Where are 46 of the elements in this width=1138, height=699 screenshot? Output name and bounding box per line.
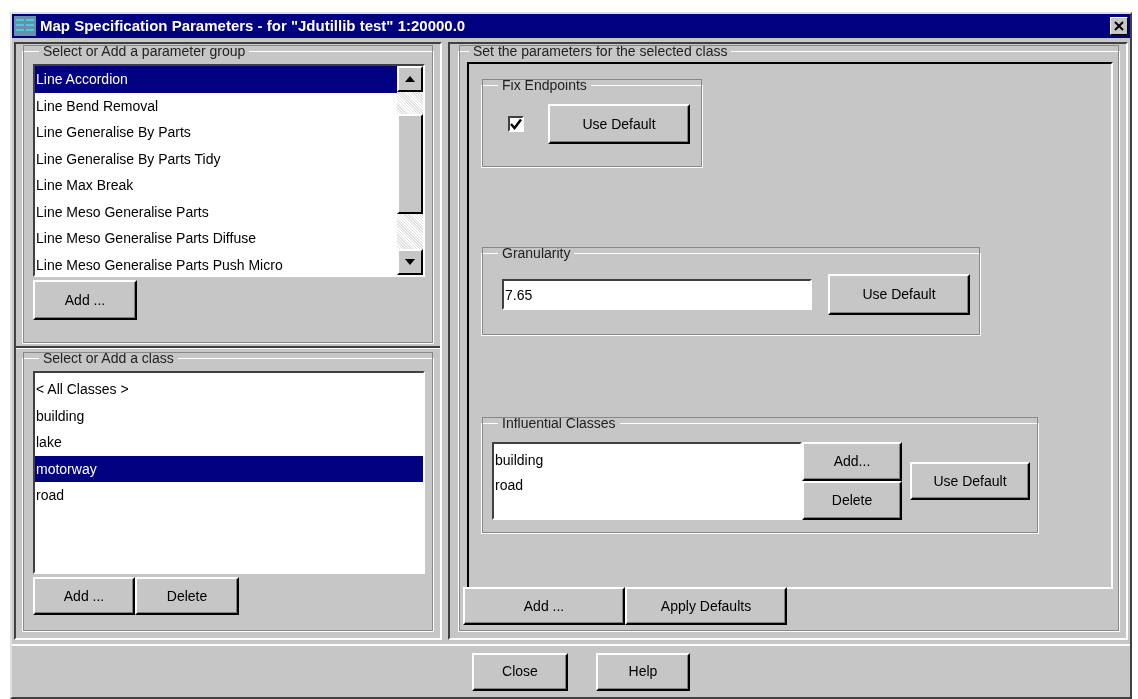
app-icon bbox=[14, 16, 36, 36]
granularity-field[interactable]: 7.65 bbox=[502, 279, 812, 310]
group-title: Granularity bbox=[501, 246, 572, 260]
window-title: Map Specification Parameters - for "Jdutillib test" 1:20000.0 bbox=[40, 15, 467, 36]
list-item[interactable]: motorway bbox=[35, 455, 423, 482]
list-item[interactable]: Line Meso Generalise Parts Diffuse bbox=[35, 225, 397, 252]
close-button[interactable] bbox=[1110, 17, 1128, 35]
delete-button[interactable]: Delete bbox=[802, 481, 902, 520]
list-item[interactable]: Line Meso Generalise Parts bbox=[35, 198, 397, 225]
add-button[interactable]: Add ... bbox=[33, 280, 137, 320]
close-button[interactable]: Close bbox=[472, 652, 568, 691]
delete-button[interactable]: Delete bbox=[135, 577, 239, 615]
up-arrow-icon bbox=[405, 76, 415, 82]
list-item[interactable]: lake bbox=[35, 429, 423, 456]
scroll-down-button[interactable] bbox=[397, 249, 423, 275]
list-item[interactable]: Line Generalise By Parts bbox=[35, 119, 397, 146]
add-button[interactable]: Add ... bbox=[33, 577, 135, 615]
scrollbar[interactable] bbox=[397, 66, 423, 275]
group-title: Select or Add a parameter group bbox=[42, 44, 247, 58]
list-item[interactable]: Line Bend Removal bbox=[35, 92, 397, 119]
add-button[interactable]: Add... bbox=[802, 442, 902, 481]
help-button[interactable]: Help bbox=[596, 652, 690, 691]
group-title: Set the parameters for the selected class bbox=[472, 44, 729, 58]
list-item[interactable]: < All Classes > bbox=[35, 376, 423, 403]
check-icon bbox=[510, 118, 522, 130]
list-item[interactable]: building bbox=[35, 402, 423, 429]
use-default-button[interactable]: Use Default bbox=[828, 274, 970, 315]
list-item[interactable]: road bbox=[494, 473, 800, 498]
checkbox[interactable] bbox=[508, 116, 524, 132]
list-item[interactable]: Line Generalise By Parts Tidy bbox=[35, 145, 397, 172]
use-default-button[interactable]: Use Default bbox=[548, 104, 690, 144]
group-title: Select or Add a class bbox=[42, 351, 175, 365]
list-item[interactable]: Line Accordion bbox=[35, 66, 397, 93]
list-item[interactable]: building bbox=[494, 448, 800, 473]
list-item[interactable]: road bbox=[35, 482, 423, 509]
list-item[interactable]: Line Meso Generalise Parts Push Micro bbox=[35, 251, 397, 278]
down-arrow-icon bbox=[405, 259, 415, 265]
group-title: Influential Classes bbox=[501, 416, 617, 430]
list-item[interactable]: Line Max Break bbox=[35, 172, 397, 199]
use-default-button[interactable]: Use Default bbox=[910, 462, 1030, 500]
apply-defaults-button[interactable]: Apply Defaults bbox=[625, 587, 787, 625]
add-button[interactable]: Add ... bbox=[463, 587, 625, 625]
scroll-thumb[interactable] bbox=[397, 114, 423, 214]
group-title: Fix Endpoints bbox=[501, 78, 588, 92]
close-icon bbox=[1114, 21, 1124, 31]
scroll-up-button[interactable] bbox=[397, 66, 423, 92]
